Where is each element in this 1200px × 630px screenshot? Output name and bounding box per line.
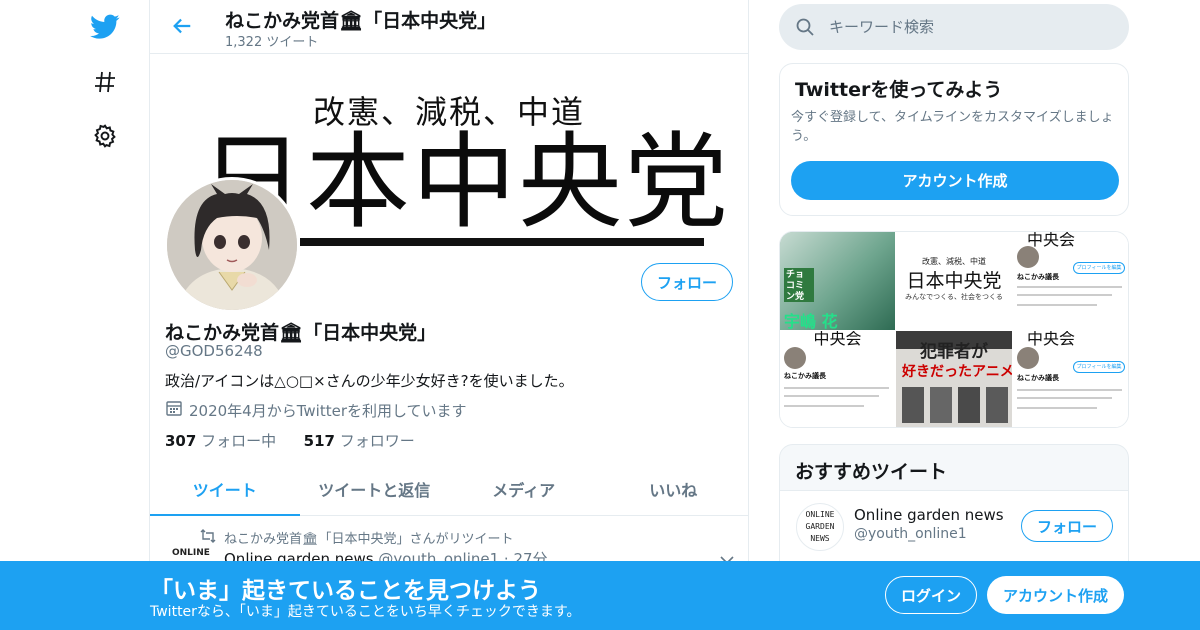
- recommended-title: おすすめツイート: [795, 461, 948, 483]
- media-tile-main: 日本中央党: [906, 270, 1002, 292]
- gear-icon[interactable]: [88, 119, 122, 153]
- calendar-icon: [165, 399, 183, 421]
- header-title: ねこかみ党首🏛「日本中央党」: [225, 10, 497, 32]
- media-tile[interactable]: 犯罪者が 好きだったアニメ: [896, 331, 1012, 427]
- tab-media[interactable]: メディア: [449, 463, 599, 515]
- following-count: 307: [165, 432, 197, 450]
- profile-stats: 307 フォロー中 517 フォロワー: [165, 430, 415, 451]
- media-tile[interactable]: 中央会 ねこかみ議長: [780, 331, 895, 427]
- media-tile-btn: プロフィールを編集: [1073, 262, 1125, 274]
- media-grid: チョコミン党 宇嶋 花 改憲、減税、中道 日本中央党 みんなでつくる、社会をつく…: [779, 231, 1129, 428]
- recommended-account[interactable]: ONLINE GARDEN NEWS Online garden news @y…: [780, 490, 1128, 570]
- profile-name: ねこかみ党首🏛「日本中央党」: [165, 322, 437, 344]
- media-tile-name: ねこかみ議長: [1017, 374, 1059, 382]
- twitter-logo-icon[interactable]: [88, 10, 122, 44]
- create-account-button[interactable]: アカウント作成: [791, 161, 1119, 200]
- banner-underline: [300, 238, 704, 246]
- profile-bio: 政治/アイコンは△○□×さんの少年少女好き?を使いました。: [165, 372, 574, 390]
- media-tile-btn: プロフィールを編集: [1073, 361, 1125, 373]
- media-tile-label: チョコミン党: [784, 268, 814, 302]
- back-arrow-icon[interactable]: [168, 12, 196, 40]
- profile-handle: @GOD56248: [165, 342, 263, 360]
- followers-link[interactable]: 517 フォロワー: [304, 432, 415, 450]
- profile-joined: 2020年4月からTwitterを利用しています: [165, 399, 467, 421]
- media-tile[interactable]: 中央会 プロフィールを編集 ねこかみ議長: [1013, 232, 1128, 330]
- follow-button[interactable]: フォロー: [641, 263, 733, 301]
- hashtag-icon[interactable]: [88, 65, 122, 99]
- profile-tabs: ツイート ツイートと返信 メディア いいね: [150, 463, 748, 516]
- signup-bottom-bar: 「いま」起きていることを見つけよう Twitterなら、「いま」起きていることを…: [0, 561, 1200, 630]
- tweet-count: 1,322 ツイート: [225, 35, 319, 50]
- followers-count: 517: [303, 432, 335, 450]
- signup-button[interactable]: アカウント作成: [987, 576, 1124, 614]
- media-tile[interactable]: 中央会 プロフィールを編集 ねこかみ議長: [1013, 331, 1128, 427]
- joined-text: 2020年4月からTwitterを利用しています: [189, 401, 467, 420]
- media-tile-name: ねこかみ議長: [1017, 273, 1059, 281]
- bottom-bar-title: 「いま」起きていることを見つけよう: [150, 578, 541, 604]
- search-box[interactable]: [779, 4, 1129, 50]
- account-name[interactable]: Online garden news: [854, 506, 1004, 524]
- account-logo: ONLINE GARDEN NEWS: [796, 503, 844, 551]
- tab-likes[interactable]: いいね: [599, 463, 749, 515]
- retweet-text[interactable]: ねこかみ党首🏛「日本中央党」さんがリツイート: [224, 528, 514, 547]
- media-tile-top: 中央会: [1027, 331, 1076, 348]
- retweet-icon: [200, 528, 216, 547]
- main-column: ねこかみ党首🏛「日本中央党」 1,322 ツイート 改憲、減税、中道 日本中央党…: [149, 0, 749, 630]
- retweet-context: ねこかみ党首🏛「日本中央党」さんがリツイート: [200, 528, 514, 547]
- search-input[interactable]: [829, 4, 1109, 50]
- tab-tweets-and-replies[interactable]: ツイートと返信: [300, 463, 450, 515]
- search-icon: [795, 17, 815, 41]
- following-link[interactable]: 307 フォロー中: [165, 432, 276, 450]
- left-nav: [0, 0, 150, 630]
- signup-module-text: 今すぐ登録して、タイムラインをカスタマイズしましょう。: [791, 110, 1114, 144]
- following-label: フォロー中: [201, 432, 277, 450]
- tweet-avatar[interactable]: ONLINE: [172, 548, 210, 558]
- account-handle: @youth_online1: [854, 526, 967, 542]
- media-tile-main: 好きだったアニメ: [902, 364, 1012, 380]
- follow-button[interactable]: フォロー: [1021, 510, 1113, 542]
- media-tile-foot: みんなでつくる、社会をつくる: [905, 293, 1003, 301]
- bottom-bar-subtitle: Twitterなら、「いま」起きていることをいち早くチェックできます。: [150, 604, 581, 620]
- twitter-profile-page: ねこかみ党首🏛「日本中央党」 1,322 ツイート 改憲、減税、中道 日本中央党…: [0, 0, 1200, 630]
- media-tile-name: ねこかみ議長: [784, 372, 826, 380]
- profile-header: ねこかみ党首🏛「日本中央党」 1,322 ツイート: [150, 0, 748, 54]
- tab-tweets[interactable]: ツイート: [150, 463, 300, 516]
- media-tile-caption: 宇嶋 花: [784, 312, 838, 330]
- signup-module: Twitterを使ってみよう 今すぐ登録して、タイムラインをカスタマイズしましょ…: [779, 63, 1129, 216]
- media-tile[interactable]: 改憲、減税、中道 日本中央党 みんなでつくる、社会をつくる: [896, 232, 1012, 330]
- avatar[interactable]: [164, 177, 300, 313]
- media-tile-head: 犯罪者が: [920, 342, 988, 362]
- media-tile[interactable]: チョコミン党 宇嶋 花: [780, 232, 895, 330]
- signup-module-title: Twitterを使ってみよう: [795, 79, 1003, 101]
- login-button[interactable]: ログイン: [885, 576, 977, 614]
- followers-label: フォロワー: [339, 432, 415, 450]
